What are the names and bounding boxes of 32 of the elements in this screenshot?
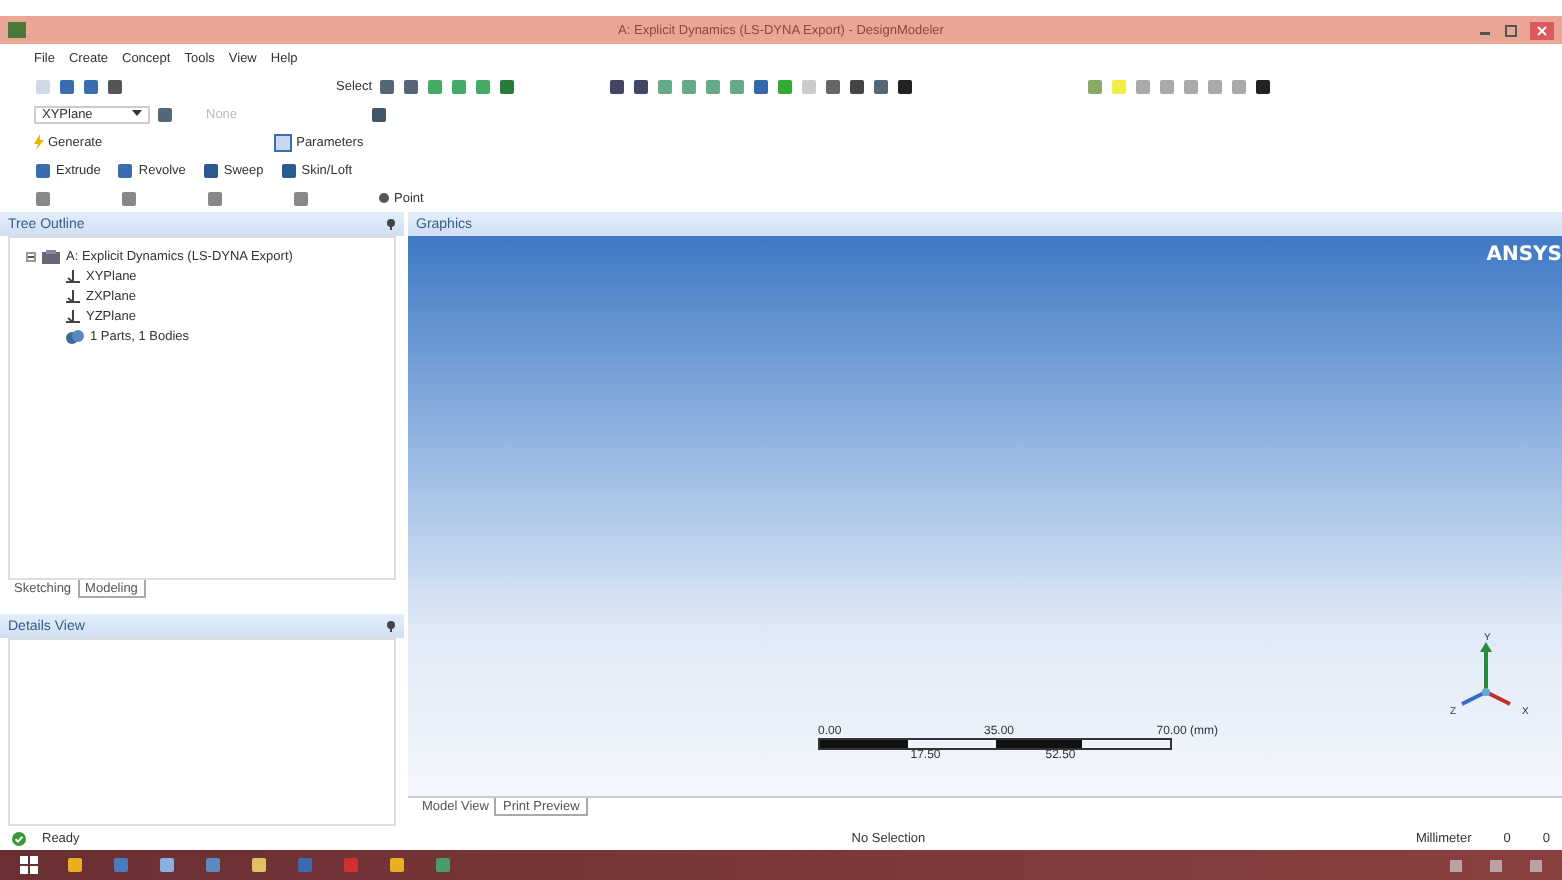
caret-icon xyxy=(132,107,142,117)
axes-icon xyxy=(66,269,80,283)
tray-icon[interactable] xyxy=(1450,859,1462,871)
close-icon[interactable] xyxy=(1530,21,1554,39)
axes-icon xyxy=(66,309,80,323)
expander-icon[interactable] xyxy=(26,251,36,261)
pin-icon[interactable] xyxy=(386,218,396,230)
pin-icon[interactable] xyxy=(386,620,396,632)
parameters-icon xyxy=(274,133,293,151)
taskbar-app-icon[interactable] xyxy=(388,856,406,874)
logo-text: ANSYS xyxy=(1486,244,1562,266)
tray-icon[interactable] xyxy=(1490,859,1502,871)
taskbar-app-icon[interactable] xyxy=(66,856,84,874)
point-icon xyxy=(378,192,390,204)
feature-icon[interactable] xyxy=(116,161,135,179)
app-icon xyxy=(8,22,26,38)
feature-icon[interactable] xyxy=(34,161,52,179)
parts-icon xyxy=(66,329,84,343)
maximize-icon[interactable] xyxy=(1504,23,1518,37)
feature-icon[interactable] xyxy=(279,161,298,179)
check-icon xyxy=(12,831,26,845)
taskbar-app-icon[interactable] xyxy=(158,856,176,874)
axes-icon xyxy=(66,289,80,303)
taskbar-app-icon[interactable] xyxy=(250,856,268,874)
start-icon[interactable] xyxy=(20,856,38,874)
model-icon xyxy=(42,249,60,263)
tray-icon[interactable] xyxy=(1530,859,1542,871)
taskbar-app-icon[interactable] xyxy=(434,856,452,874)
lightning-icon xyxy=(34,134,44,150)
taskbar-app-icon[interactable] xyxy=(112,856,130,874)
feature-icon[interactable] xyxy=(201,161,220,179)
taskbar-app-icon[interactable] xyxy=(204,856,222,874)
